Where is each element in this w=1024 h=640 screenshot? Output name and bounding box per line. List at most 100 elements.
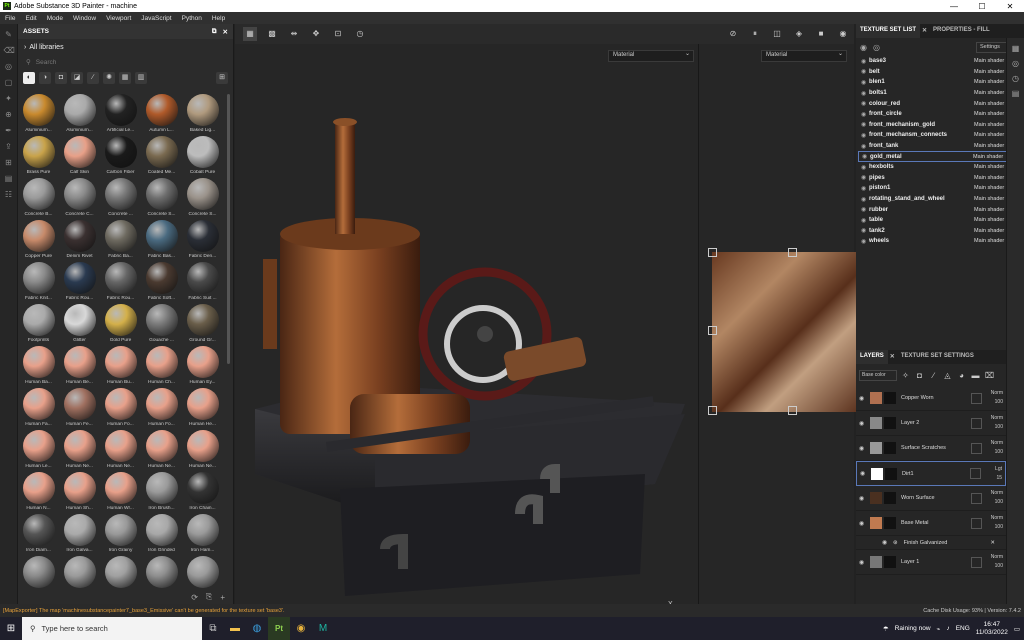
layer-name[interactable]: Layer 2 [898, 420, 968, 426]
polygon-fill-icon[interactable]: ▢ [4, 78, 14, 88]
eye-icon[interactable]: ◉ [861, 121, 869, 128]
history-icon[interactable]: ◷ [1007, 74, 1024, 83]
asset-item[interactable]: Copper Pure [20, 220, 57, 262]
blend-channel-dropdown[interactable]: Base color [859, 369, 897, 381]
asset-item[interactable]: Iron Brush... [143, 472, 180, 514]
symmetry-icon[interactable]: ⇹ [287, 27, 301, 41]
asset-item[interactable]: Coated Me... [143, 136, 180, 178]
clock[interactable]: 16:47 11/03/2022 [976, 621, 1008, 637]
language-indicator[interactable]: ENG [956, 625, 970, 632]
asset-item[interactable]: Fabric Suit ... [184, 262, 221, 304]
texture-set-row[interactable]: ◉ tank2 Main shader [858, 226, 1021, 237]
layer-row[interactable]: ◉ Surface Scratches Norm 100 [856, 436, 1006, 461]
texture-set-row[interactable]: ◉ belt Main shader [858, 67, 1021, 78]
menu-javascript[interactable]: JavaScript [136, 15, 176, 22]
task-view-icon[interactable]: ⧉ [202, 617, 224, 640]
mute-icon[interactable]: ⊘ [726, 27, 740, 41]
asset-item[interactable] [20, 556, 57, 594]
refresh-icon[interactable]: ⟳ [191, 593, 198, 602]
menu-window[interactable]: Window [68, 15, 101, 22]
texture-set-row[interactable]: ◉ front_mechanism_gold Main shader [858, 120, 1021, 131]
effect-row[interactable]: ◉ ⊛ Finish Galvanized ✕ [856, 536, 1006, 550]
asset-item[interactable]: Fabric Den... [184, 220, 221, 262]
asset-item[interactable]: Human Ne... [143, 430, 180, 472]
filter-textures-icon[interactable]: ◪ [71, 71, 83, 84]
asset-search[interactable]: ⚲ Search [18, 55, 233, 69]
asset-item[interactable]: Human Ey... [184, 346, 221, 388]
asset-item[interactable]: Calf Skin [61, 136, 98, 178]
blend-opacity[interactable]: Norm 100 [985, 553, 1003, 571]
texture-set-row[interactable]: ◉ front_mechansm_connects Main shader [858, 130, 1021, 141]
edge-icon[interactable]: ◍ [246, 617, 268, 640]
blend-mode[interactable]: Norm [991, 554, 1003, 560]
tab-texture-set-settings[interactable]: TEXTURE SET SETTINGS [897, 350, 978, 364]
mask-slot[interactable] [971, 556, 982, 568]
fit-icon[interactable]: ⊡ [331, 27, 345, 41]
chrome-icon[interactable]: ◉ [290, 617, 312, 640]
mask-slot[interactable] [970, 468, 981, 479]
smudge-icon[interactable]: ✦ [4, 94, 14, 104]
asset-item[interactable]: Gouache ... [143, 304, 180, 346]
asset-item[interactable]: Human Be... [61, 346, 98, 388]
texture-set-row[interactable]: ◉ front_tank Main shader [858, 141, 1021, 152]
trash-icon[interactable]: ⌧ [984, 371, 995, 380]
network-icon[interactable]: ⌁ [937, 625, 941, 633]
eye-icon[interactable]: ◉ [861, 164, 869, 171]
asset-item[interactable]: Brass Pure [20, 136, 57, 178]
filter-brushes-icon[interactable]: ∕ [87, 71, 99, 84]
uv-handle-bl[interactable] [708, 406, 717, 415]
import-icon[interactable]: ⎘ [206, 592, 212, 602]
eye-icon[interactable]: ◉ [861, 185, 869, 192]
layer-row[interactable]: ◉ Dirt1 Lgt 15 [856, 461, 1006, 486]
blend-mode[interactable]: Norm [991, 440, 1003, 446]
split-icon[interactable]: ◫ [770, 27, 784, 41]
uv-handle-tc[interactable] [788, 248, 797, 257]
texture-set-row[interactable]: ◉ front_circle Main shader [858, 109, 1021, 120]
asset-item[interactable]: Denim Rivet [61, 220, 98, 262]
blend-mode[interactable]: Norm [991, 415, 1003, 421]
eye-icon[interactable]: ◉ [882, 539, 893, 546]
asset-item[interactable] [102, 556, 139, 594]
texture-set-row[interactable]: ◉ bolts1 Main shader [858, 88, 1021, 99]
eye-icon[interactable]: ◉ [859, 520, 870, 527]
eye-icon[interactable]: ◉ [862, 153, 870, 160]
asset-item[interactable]: Human Fa... [20, 388, 57, 430]
projection-icon[interactable]: ◎ [4, 62, 14, 72]
texture-icon[interactable]: ▦ [1007, 44, 1024, 53]
video-icon[interactable]: ■ [814, 27, 828, 41]
eye-icon[interactable]: ◉ [861, 132, 869, 139]
opacity-value[interactable]: 100 [995, 563, 1003, 569]
eye-icon[interactable]: ◉ [861, 90, 869, 97]
mask-slot[interactable] [971, 517, 982, 529]
undock-icon[interactable]: ⧉ [212, 28, 217, 36]
texture-set-row[interactable]: ◉ rotating_stand_and_wheel Main shader [858, 194, 1021, 205]
display-settings-icon[interactable]: ◎ [1007, 59, 1024, 68]
eye-icon[interactable]: ◉ [861, 196, 869, 203]
layer-row[interactable]: ◉ Base Metal Norm 100 [856, 511, 1006, 536]
weather-text[interactable]: Raining now [895, 625, 931, 632]
asset-item[interactable]: Gold Pure [102, 304, 139, 346]
menu-edit[interactable]: Edit [20, 15, 41, 22]
asset-item[interactable]: Glitter [61, 304, 98, 346]
asset-item[interactable]: Human Ne... [102, 430, 139, 472]
asset-item[interactable]: Artificial Le... [102, 94, 139, 136]
opacity-value[interactable]: 100 [995, 399, 1003, 405]
taskbar-search-input[interactable]: Type here to search [42, 624, 108, 633]
add-paint-layer-icon[interactable]: ∕ [928, 371, 939, 380]
uv-handle-tl[interactable] [708, 248, 717, 257]
close-assets-icon[interactable]: ✕ [223, 28, 228, 36]
layer-row[interactable]: ◉ Copper Worn Norm 100 [856, 386, 1006, 411]
blend-opacity[interactable]: Norm 100 [985, 439, 1003, 457]
texture-set-row[interactable]: ◉ hexbolts Main shader [858, 162, 1021, 173]
taskbar-search[interactable]: ⚲ Type here to search [22, 617, 202, 640]
layer-name[interactable]: Layer 1 [898, 559, 968, 565]
tab-layers[interactable]: LAYERS [856, 350, 888, 364]
minimize-button[interactable]: — [940, 2, 968, 11]
substance-painter-icon[interactable]: Pt [268, 617, 290, 640]
menu-mode[interactable]: Mode [42, 15, 68, 22]
filter-smart-materials-icon[interactable]: ◑ [39, 71, 51, 84]
asset-item[interactable]: Human Bu... [102, 346, 139, 388]
asset-item[interactable]: Iron Grainy [102, 514, 139, 556]
asset-item[interactable]: Human Sh... [61, 472, 98, 514]
uv-handle-ml[interactable] [708, 326, 717, 335]
